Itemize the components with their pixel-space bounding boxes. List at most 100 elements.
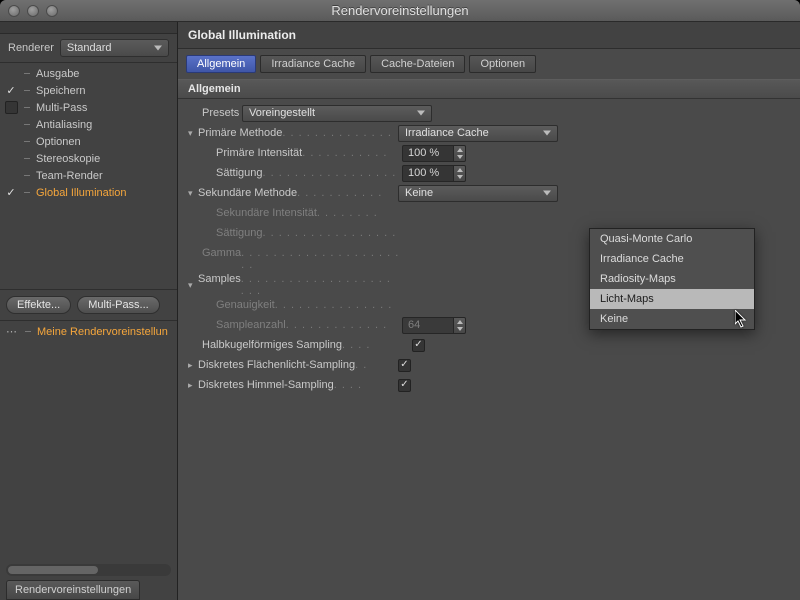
secondary-method-select[interactable]: Keine (398, 185, 558, 202)
disclosure-triangle-icon[interactable] (188, 128, 198, 139)
renderer-row: Renderer Standard (0, 34, 177, 63)
sidebar-item-label: Ausgabe (36, 68, 79, 80)
checkbox-icon: ✓ (4, 186, 18, 199)
tree-line-icon (22, 158, 32, 159)
renderer-value: Standard (67, 42, 112, 54)
primary-method-label: Primäre Methode (198, 127, 282, 139)
disclosure-triangle-icon[interactable] (188, 380, 198, 391)
stepper-arrows-icon[interactable] (454, 317, 466, 334)
row-discrete-sky: Diskretes Himmel-Sampling. . . . (188, 375, 790, 395)
sidebar-item-teamrender[interactable]: Team-Render (0, 167, 177, 184)
tab-irradiance-cache[interactable]: Irradiance Cache (260, 55, 366, 73)
accuracy-label: Genauigkeit (216, 299, 275, 311)
samplecount-field[interactable]: 64 (402, 317, 562, 334)
row-hemi-sampling: Halbkugelförmiges Sampling. . . . (188, 335, 790, 355)
checkbox-icon (4, 101, 18, 114)
preset-bullet-icon: ⋯ (6, 325, 19, 338)
discrete-area-checkbox[interactable] (398, 359, 411, 372)
primary-saturation-field[interactable]: 100 % (402, 165, 562, 182)
disclosure-triangle-icon[interactable] (188, 360, 198, 371)
window-body: Renderer Standard Ausgabe ✓ Speichern (0, 22, 800, 600)
minimize-window-button[interactable] (27, 5, 39, 17)
scrollbar-thumb[interactable] (8, 566, 98, 574)
tree-line-icon (23, 331, 33, 332)
discrete-sky-checkbox[interactable] (398, 379, 411, 392)
tree-line-icon (22, 141, 32, 142)
sidebar-item-label: Stereoskopie (36, 153, 100, 165)
secondary-method-dropdown: Quasi-Monte Carlo Irradiance Cache Radio… (589, 228, 755, 330)
sidebar-item-ausgabe[interactable]: Ausgabe (0, 65, 177, 82)
tab-allgemein[interactable]: Allgemein (186, 55, 256, 73)
chevron-down-icon (417, 111, 425, 116)
stepper-arrows-icon[interactable] (454, 145, 466, 162)
row-primary-intensity: Primäre Intensität. . . . . . . . . . . … (188, 143, 790, 163)
stepper-arrows-icon[interactable] (454, 165, 466, 182)
dropdown-item-radiosity-maps[interactable]: Radiosity-Maps (590, 269, 754, 289)
titlebar[interactable]: Rendervoreinstellungen (0, 0, 800, 22)
dropdown-item-licht-maps[interactable]: Licht-Maps (590, 289, 754, 309)
secondary-saturation-label: Sättigung (216, 227, 262, 239)
preset-item-label: Meine Rendervoreinstellun (37, 326, 168, 338)
hemi-sampling-checkbox[interactable] (412, 339, 425, 352)
sidebar-item-stereoskopie[interactable]: Stereoskopie (0, 150, 177, 167)
main-panel: Global Illumination Allgemein Irradiance… (178, 22, 800, 600)
dropdown-item-qmc[interactable]: Quasi-Monte Carlo (590, 229, 754, 249)
sidebar-button-row: Effekte... Multi-Pass... (0, 289, 177, 320)
sidebar: Renderer Standard Ausgabe ✓ Speichern (0, 22, 178, 600)
preset-list[interactable]: ⋯ Meine Rendervoreinstellun (0, 320, 177, 342)
checkbox-icon: ✓ (4, 84, 18, 97)
sidebar-item-label: Antialiasing (36, 119, 92, 131)
traffic-lights (0, 5, 58, 17)
secondary-method-label: Sekundäre Methode (198, 187, 297, 199)
chevron-down-icon (543, 191, 551, 196)
row-secondary-intensity: Sekundäre Intensität. . . . . . . . (188, 203, 790, 223)
presets-select[interactable]: Voreingestellt (242, 105, 432, 122)
row-primary-method: Primäre Methode. . . . . . . . . . . . .… (188, 123, 790, 143)
renderer-select[interactable]: Standard (60, 39, 169, 57)
tab-optionen[interactable]: Optionen (469, 55, 536, 73)
secondary-intensity-label: Sekundäre Intensität (216, 207, 317, 219)
sidebar-item-label: Global Illumination (36, 187, 127, 199)
dropdown-item-keine[interactable]: Keine (590, 309, 754, 329)
dropdown-item-irradiance-cache[interactable]: Irradiance Cache (590, 249, 754, 269)
discrete-area-label: Diskretes Flächenlicht-Sampling (198, 359, 355, 371)
window-title: Rendervoreinstellungen (0, 3, 800, 18)
sidebar-item-speichern[interactable]: ✓ Speichern (0, 82, 177, 99)
section-header-allgemein: Allgemein (178, 79, 800, 99)
tree-line-icon (22, 73, 32, 74)
gamma-label: Gamma (202, 247, 241, 259)
tree-line-icon (22, 124, 32, 125)
renderer-label: Renderer (8, 42, 54, 54)
sidebar-item-label: Multi-Pass (36, 102, 87, 114)
row-discrete-area: Diskretes Flächenlicht-Sampling. . (188, 355, 790, 375)
tab-bar: Allgemein Irradiance Cache Cache-Dateien… (178, 49, 800, 73)
app-window: Rendervoreinstellungen Renderer Standard… (0, 0, 800, 600)
primary-intensity-field[interactable]: 100 % (402, 145, 562, 162)
sidebar-item-label: Optionen (36, 136, 81, 148)
sidebar-item-multipass[interactable]: Multi-Pass (0, 99, 177, 116)
row-primary-saturation: Sättigung. . . . . . . . . . . . . . . .… (188, 163, 790, 183)
grip-handle[interactable] (0, 22, 177, 34)
tab-cache-dateien[interactable]: Cache-Dateien (370, 55, 465, 73)
disclosure-triangle-icon[interactable] (188, 188, 198, 199)
horizontal-scrollbar[interactable] (6, 564, 171, 576)
panel-title: Global Illumination (178, 22, 800, 49)
tree-line-icon (22, 107, 32, 108)
sidebar-item-optionen[interactable]: Optionen (0, 133, 177, 150)
sidebar-item-label: Speichern (36, 85, 86, 97)
sidebar-item-label: Team-Render (36, 170, 103, 182)
primary-method-select[interactable]: Irradiance Cache (398, 125, 558, 142)
discrete-sky-label: Diskretes Himmel-Sampling (198, 379, 334, 391)
sidebar-item-antialiasing[interactable]: Antialiasing (0, 116, 177, 133)
close-window-button[interactable] (8, 5, 20, 17)
disclosure-triangle-icon[interactable] (188, 280, 198, 291)
sidebar-item-global-illumination[interactable]: ✓ Global Illumination (0, 184, 177, 201)
multipass-button[interactable]: Multi-Pass... (77, 296, 160, 314)
zoom-window-button[interactable] (46, 5, 58, 17)
primary-saturation-label: Sättigung (216, 167, 262, 179)
effects-button[interactable]: Effekte... (6, 296, 71, 314)
hemi-sampling-label: Halbkugelförmiges Sampling (202, 339, 342, 351)
render-settings-list: Ausgabe ✓ Speichern Multi-Pass Antialias… (0, 63, 177, 289)
tree-line-icon (22, 90, 32, 91)
footer-tab[interactable]: Rendervoreinstellungen (6, 580, 140, 600)
